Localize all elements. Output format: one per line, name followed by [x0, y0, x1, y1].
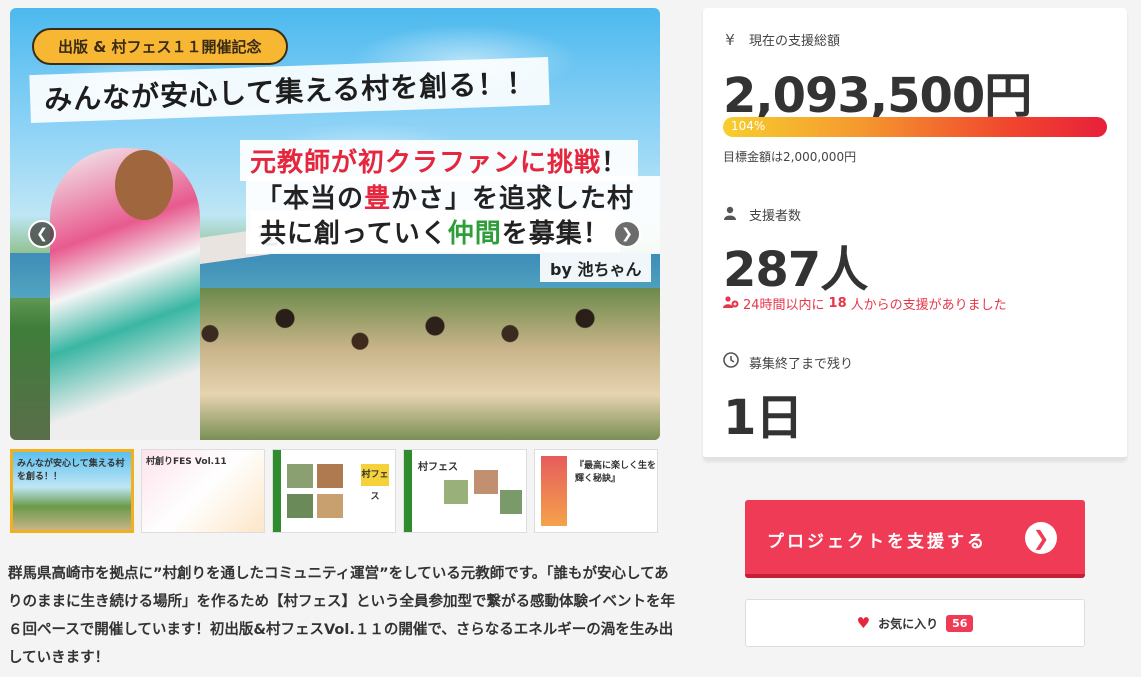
hero-message-line-1: 元教師が初クラファンに挑戦！ [240, 140, 639, 181]
thumbnail-tag: 村フェス [361, 464, 389, 502]
goal-amount: 目標金額は2,000,000円 [723, 150, 857, 164]
remaining-time-value: 1日 [723, 390, 803, 446]
user-icon [723, 206, 737, 224]
backers-value: 287人 [723, 242, 868, 298]
recent-backers-notice: 24時間以内に 18 人からの支援がありました [723, 294, 1007, 313]
hero-crowd-photo [160, 288, 660, 440]
thumbnail-photo [317, 494, 343, 518]
total-amount-label: ¥ 現在の支援総額 [723, 30, 840, 50]
chevron-right-icon: ❯ [621, 226, 633, 242]
thumbnail-4[interactable]: 村フェス [403, 449, 527, 533]
thumbnail-5[interactable]: 『最高に楽しく生を輝く秘訣』 [534, 449, 658, 533]
funding-stats-card: ¥ 現在の支援総額 2,093,500円 104% 目標金額は2,000,000… [703, 8, 1127, 460]
arrow-right-icon: ❯ [1025, 522, 1057, 554]
backers-label: 支援者数 [723, 205, 801, 224]
favorite-count-badge: 56 [946, 614, 974, 632]
hero-person-head [115, 150, 173, 220]
thumbnail-photo [287, 494, 313, 518]
thumbnail-3[interactable]: 村フェス [272, 449, 396, 533]
support-button-label: プロジェクトを支援する [767, 532, 987, 552]
hero-byline: by 池ちゃん [540, 254, 652, 282]
carousel-next-button[interactable]: ❯ [613, 220, 641, 248]
progress-percent: 104% [731, 119, 766, 133]
chevron-left-icon: ❮ [36, 226, 48, 242]
hero-carousel[interactable]: 出版 & 村フェス１１開催記念 みんなが安心して集える村を創る！！ 元教師が初ク… [10, 8, 660, 440]
yen-icon: ¥ [725, 30, 735, 49]
thumbnail-2[interactable]: 村創りFES Vol.11 [141, 449, 265, 533]
remaining-time-label: 募集終了まで残り [723, 352, 853, 372]
thumbnail-photo [317, 464, 343, 488]
thumbnail-label: みんなが安心して集える村を創る！！ [17, 459, 125, 482]
thumbnail-label: 村フェス [418, 462, 458, 473]
thumbnail-label: 『最高に楽しく生を輝く秘訣』 [575, 461, 657, 484]
thumbnail-1[interactable]: みんなが安心して集える村を創る！！ [10, 449, 134, 533]
users-icon [723, 295, 739, 312]
total-amount-value: 2,093,500円 [723, 68, 1032, 124]
hero-message-line-3: 共に創っていく仲間を募集！ [250, 211, 620, 252]
project-description: 群馬県高崎市を拠点に”村創りを通したコミュニティ運営”をしている元教師です。「誰… [8, 566, 675, 666]
clock-icon [723, 352, 739, 372]
support-project-button[interactable]: プロジェクトを支援する ❯ [745, 500, 1085, 578]
heart-icon: ♥ [856, 614, 871, 632]
hero-banner: 出版 & 村フェス１１開催記念 [32, 28, 288, 65]
thumbnail-book-cover [541, 456, 567, 526]
thumbnail-photo [444, 480, 468, 504]
favorite-label: お気に入り [878, 616, 939, 631]
thumbnail-label: 村創りFES Vol.11 [146, 457, 227, 467]
funding-progress-bar: 104% [723, 117, 1107, 137]
thumbnail-strip: みんなが安心して集える村を創る！！ 村創りFES Vol.11 村フェス 村フェ… [10, 449, 660, 533]
favorite-button[interactable]: ♥ お気に入り 56 [745, 599, 1085, 647]
thumbnail-photo [287, 464, 313, 488]
carousel-prev-button[interactable]: ❮ [28, 220, 56, 248]
thumbnail-photo [500, 490, 522, 514]
thumbnail-photo [474, 470, 498, 494]
